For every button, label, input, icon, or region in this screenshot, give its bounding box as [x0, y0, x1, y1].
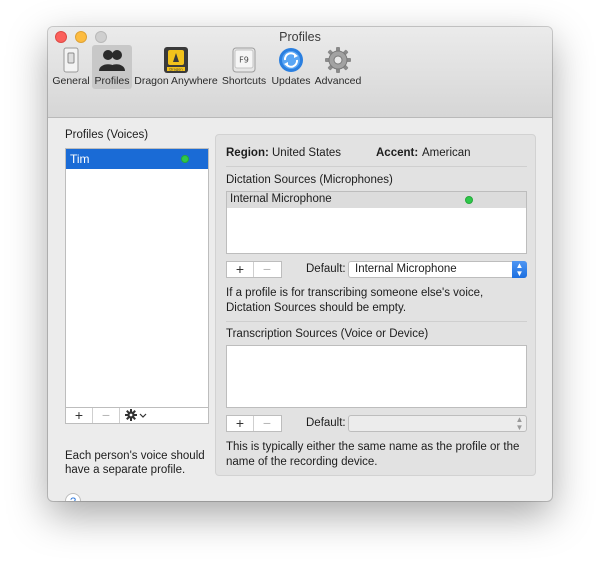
- select-arrows-icon: ▲ ▼: [512, 261, 527, 278]
- dictation-default-value: Internal Microphone: [355, 263, 457, 275]
- profiles-note: Each person's voice should have a separa…: [65, 450, 205, 476]
- accent-label: Accent:: [376, 147, 419, 159]
- transcription-sources-note: This is typically either the same name a…: [226, 441, 520, 468]
- remove-dictation-source-button[interactable]: −: [254, 262, 280, 277]
- profile-name: Tim: [70, 152, 90, 166]
- transcription-default-label: Default:: [306, 417, 346, 429]
- toolbar-profiles-label: Profiles: [94, 75, 130, 87]
- region-value: United States: [272, 147, 342, 159]
- toolbar-updates-label: Updates: [271, 75, 311, 87]
- f9-key-text: F9: [239, 56, 249, 65]
- preferences-window: Profiles General Profiles Dragon Dragon …: [48, 27, 552, 501]
- toolbar-general-label: General: [52, 75, 90, 87]
- profiles-list-title: Profiles (Voices): [65, 129, 149, 141]
- dictation-sources-toolbar: + −: [226, 261, 282, 278]
- toolbar-updates[interactable]: Updates: [270, 45, 312, 89]
- title-bar: Profiles General Profiles Dragon Dragon …: [48, 27, 552, 118]
- dictation-sources-list[interactable]: Internal Microphone: [226, 191, 527, 254]
- divider: [226, 321, 527, 322]
- remove-profile-button[interactable]: −: [93, 408, 120, 423]
- accent-value: American: [422, 147, 471, 159]
- dictation-sources-title: Dictation Sources (Microphones): [226, 174, 393, 186]
- toolbar-dragon-anywhere-label: Dragon Anywhere: [134, 75, 218, 87]
- gear-icon: [325, 47, 351, 73]
- toolbar-shortcuts[interactable]: F9 Shortcuts: [220, 45, 268, 89]
- profiles-list[interactable]: Tim: [65, 148, 209, 409]
- help-button[interactable]: ?: [65, 493, 81, 501]
- toolbar-profiles[interactable]: Profiles: [92, 45, 132, 89]
- add-dictation-source-button[interactable]: +: [227, 262, 254, 277]
- f9-key-icon: F9: [232, 47, 256, 73]
- profile-details-panel: Region: United States Accent: American D…: [215, 134, 536, 476]
- add-profile-button[interactable]: +: [66, 408, 93, 423]
- toolbar-shortcuts-label: Shortcuts: [221, 75, 267, 87]
- dictation-default-select[interactable]: Internal Microphone ▲ ▼: [348, 261, 527, 278]
- transcription-sources-title: Transcription Sources (Voice or Device): [226, 328, 429, 340]
- transcription-default-select[interactable]: ▲ ▼: [348, 415, 527, 432]
- dictation-source-name: Internal Microphone: [230, 193, 332, 205]
- gear-menu-icon: [125, 409, 147, 421]
- dictation-sources-note: If a profile is for transcribing someone…: [226, 287, 484, 314]
- add-transcription-source-button[interactable]: +: [227, 416, 254, 431]
- region-label: Region:: [226, 147, 269, 159]
- toolbar-general[interactable]: General: [52, 45, 90, 89]
- transcription-sources-toolbar: + −: [226, 415, 282, 432]
- toolbar-advanced[interactable]: Advanced: [314, 45, 362, 89]
- people-icon: [99, 50, 125, 71]
- profile-actions-button[interactable]: [120, 408, 152, 423]
- profile-row[interactable]: Tim: [66, 149, 208, 169]
- dictation-default-label: Default:: [306, 263, 346, 275]
- switch-icon: [63, 47, 79, 73]
- toolbar-advanced-label: Advanced: [314, 75, 362, 87]
- divider: [226, 166, 527, 167]
- sync-icon: [279, 48, 303, 72]
- profiles-pane: Profiles (Voices) Tim + − Each person's …: [48, 118, 552, 501]
- toolbar-dragon-anywhere[interactable]: Dragon Dragon Anywhere: [134, 45, 218, 89]
- dragon-badge-text: Dragon: [169, 68, 182, 72]
- dragon-icon: Dragon: [164, 47, 188, 73]
- window-title: Profiles: [279, 30, 321, 44]
- select-arrows-icon: ▲ ▼: [515, 415, 524, 432]
- remove-transcription-source-button[interactable]: −: [254, 416, 280, 431]
- mic-status-dot-icon: [465, 196, 473, 204]
- transcription-sources-list[interactable]: [226, 345, 527, 408]
- profiles-toolbar: + −: [65, 407, 209, 424]
- status-dot-icon: [181, 155, 189, 163]
- dictation-source-row[interactable]: Internal Microphone: [227, 192, 526, 208]
